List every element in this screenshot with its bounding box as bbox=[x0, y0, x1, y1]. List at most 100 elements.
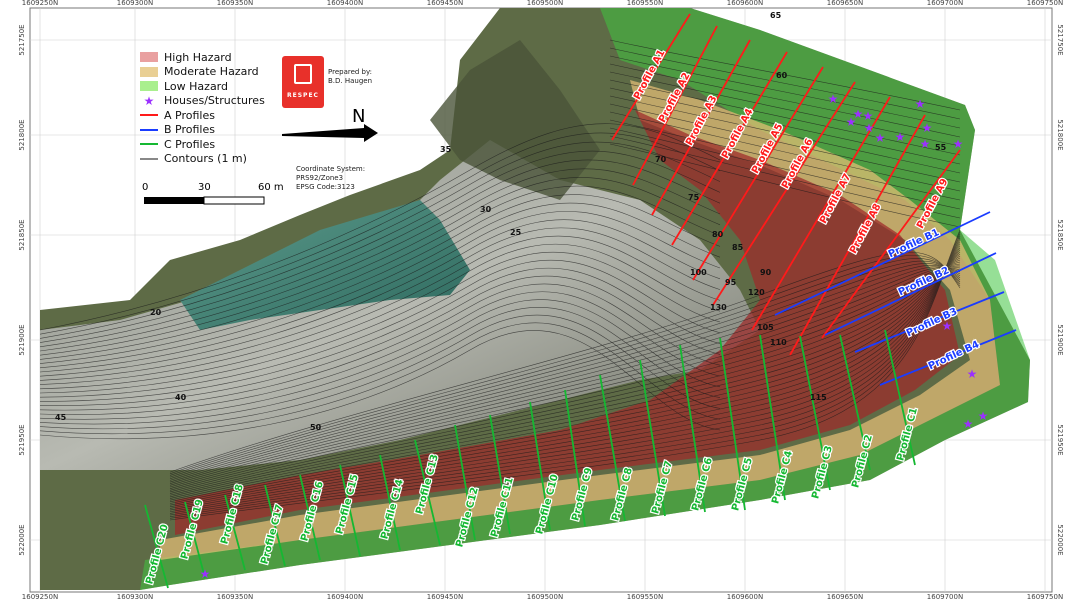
respec-logo: RESPEC bbox=[282, 56, 324, 108]
prepared-by: Prepared by: B.D. Haugen bbox=[328, 68, 372, 86]
scale-bar: 0 30 60 m bbox=[142, 182, 284, 205]
contour-label: 90 bbox=[760, 268, 772, 277]
top-tick-label: 1609250N bbox=[22, 0, 58, 7]
bottom-tick-label: 1609650N bbox=[827, 593, 863, 600]
legend-item: A Profiles bbox=[140, 108, 290, 123]
legend-label: High Hazard bbox=[164, 50, 232, 64]
left-tick-label: 521800E bbox=[18, 119, 26, 150]
legend-label: Houses/Structures bbox=[164, 94, 265, 108]
top-tick-label: 1609650N bbox=[827, 0, 863, 7]
legend-line-symbol bbox=[140, 128, 158, 131]
bottom-tick-label: 1609250N bbox=[22, 593, 58, 600]
contour-label: 45 bbox=[55, 413, 67, 422]
house-star-icon: ★ bbox=[953, 137, 964, 151]
contour-label: 25 bbox=[510, 228, 522, 237]
house-star-icon: ★ bbox=[864, 121, 875, 135]
legend-item: Low Hazard bbox=[140, 79, 290, 94]
top-tick-label: 1609400N bbox=[327, 0, 363, 7]
contour-label: 55 bbox=[935, 143, 947, 152]
star-icon: ★ bbox=[143, 93, 155, 108]
contour-label: 110 bbox=[770, 338, 787, 347]
legend-label: A Profiles bbox=[164, 108, 215, 122]
house-star-icon: ★ bbox=[200, 567, 211, 581]
bottom-tick-label: 1609450N bbox=[427, 593, 463, 600]
scale-seg-1 bbox=[144, 197, 204, 204]
north-label: N bbox=[352, 106, 365, 127]
contour-label: 120 bbox=[748, 288, 765, 297]
left-tick-label: 522000E bbox=[18, 524, 26, 555]
house-star-icon: ★ bbox=[915, 97, 926, 111]
right-tick-label: 521850E bbox=[1056, 219, 1064, 250]
scale-tick-60: 60 m bbox=[258, 182, 284, 193]
coord-system-name: PRS92/Zone3 bbox=[296, 174, 344, 182]
contour-label: 105 bbox=[757, 323, 774, 332]
bottom-tick-label: 1609500N bbox=[527, 593, 563, 600]
right-tick-label: 522000E bbox=[1056, 524, 1064, 555]
house-star-icon: ★ bbox=[846, 115, 857, 129]
legend-swatch bbox=[140, 81, 158, 92]
epsg-code: EPSG Code:3123 bbox=[296, 183, 355, 191]
contour-label: 65 bbox=[770, 11, 782, 20]
contour-label: 20 bbox=[150, 308, 162, 317]
left-tick-label: 521900E bbox=[18, 324, 26, 355]
legend-label: Contours (1 m) bbox=[164, 152, 247, 166]
contour-label: 80 bbox=[712, 230, 724, 239]
top-tick-label: 1609600N bbox=[727, 0, 763, 7]
bottom-tick-label: 1609400N bbox=[327, 593, 363, 600]
coord-system-label: Coordinate System: bbox=[296, 165, 366, 173]
left-tick-label: 521850E bbox=[18, 219, 26, 250]
house-star-icon: ★ bbox=[978, 409, 989, 423]
house-star-icon: ★ bbox=[967, 367, 978, 381]
bottom-tick-label: 1609700N bbox=[927, 593, 963, 600]
contour-label: 50 bbox=[310, 423, 322, 432]
top-tick-label: 1609300N bbox=[117, 0, 153, 7]
prepared-by-name: B.D. Haugen bbox=[328, 77, 373, 85]
house-star-icon: ★ bbox=[875, 131, 886, 145]
contour-label: 40 bbox=[175, 393, 187, 402]
legend-swatch bbox=[140, 66, 158, 77]
bottom-tick-label: 1609300N bbox=[117, 593, 153, 600]
logo-mark-icon bbox=[294, 64, 312, 84]
legend-item: Contours (1 m) bbox=[140, 152, 290, 167]
right-tick-label: 521950E bbox=[1056, 424, 1064, 455]
legend-label: C Profiles bbox=[164, 137, 216, 151]
legend-line-symbol bbox=[140, 157, 158, 160]
legend-label: B Profiles bbox=[164, 123, 215, 137]
contour-label: 30 bbox=[480, 205, 492, 214]
left-tick-label: 521750E bbox=[18, 24, 26, 55]
top-tick-label: 1609350N bbox=[217, 0, 253, 7]
bottom-tick-label: 1609750N bbox=[1027, 593, 1063, 600]
house-star-icon: ★ bbox=[942, 319, 953, 333]
legend-item: C Profiles bbox=[140, 137, 290, 152]
legend-swatch bbox=[140, 52, 158, 63]
contour-label: 115 bbox=[810, 393, 827, 402]
contour-label: 35 bbox=[440, 145, 452, 154]
scale-tick-30: 30 bbox=[198, 182, 211, 193]
house-star-icon: ★ bbox=[828, 92, 839, 106]
top-tick-label: 1609450N bbox=[427, 0, 463, 7]
house-star-icon: ★ bbox=[920, 137, 931, 151]
contour-label: 70 bbox=[655, 155, 667, 164]
legend-item: ★ Houses/Structures bbox=[140, 94, 290, 109]
legend-label: Low Hazard bbox=[164, 79, 228, 93]
top-tick-label: 1609700N bbox=[927, 0, 963, 7]
bottom-tick-label: 1609350N bbox=[217, 593, 253, 600]
top-tick-label: 1609550N bbox=[627, 0, 663, 7]
top-tick-label: 1609750N bbox=[1027, 0, 1063, 7]
contour-label: 60 bbox=[776, 71, 788, 80]
house-star-icon: ★ bbox=[922, 121, 933, 135]
scale-tick-0: 0 bbox=[142, 182, 148, 193]
coordinate-system: Coordinate System: PRS92/Zone3 EPSG Code… bbox=[296, 165, 365, 192]
legend-line-symbol bbox=[140, 143, 158, 146]
right-tick-label: 521750E bbox=[1056, 24, 1064, 55]
bottom-tick-label: 1609550N bbox=[627, 593, 663, 600]
legend-item: High Hazard bbox=[140, 50, 290, 65]
house-star-icon: ★ bbox=[895, 130, 906, 144]
bottom-tick-label: 1609600N bbox=[727, 593, 763, 600]
legend: High Hazard Moderate Hazard Low Hazard ★ Hou… bbox=[140, 50, 290, 166]
right-tick-label: 521900E bbox=[1056, 324, 1064, 355]
left-tick-label: 521950E bbox=[18, 424, 26, 455]
logo-text: RESPEC bbox=[287, 92, 319, 99]
contour-label: 130 bbox=[710, 303, 727, 312]
contour-label: 75 bbox=[688, 193, 700, 202]
